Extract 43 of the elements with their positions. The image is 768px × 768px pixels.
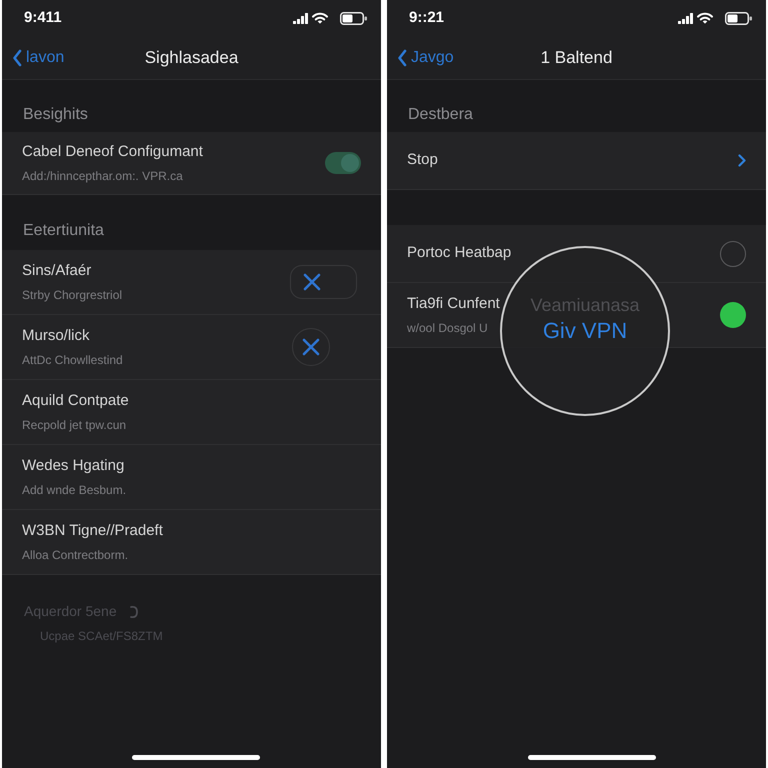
row-title: Murso/lick [22,326,91,346]
section-header: Eetertiunita [2,195,381,250]
section-header: Besighits [2,80,381,132]
row-title: Tia9fi Cunfent [407,294,500,314]
row-subtitle: Recpold jet tpw.cun [22,417,128,434]
close-icon [303,273,321,291]
row-title: Cabel Deneof Configumant [22,142,203,162]
battery-icon [725,12,752,24]
close-icon [302,338,320,356]
row-subtitle: Alloa Contrectborm. [22,547,130,564]
row-title: Aquild Contpate [22,390,129,411]
row-title: W3BN Tigne//Pradeft [22,520,163,541]
wifi-icon [697,12,713,24]
row-subtitle: Add:/hinncepthar.om:. VPR.ca [22,168,184,186]
status-time: 9:411 [24,8,62,28]
lens-label: Giv VPN [542,318,628,344]
signal-icon [678,12,693,24]
nav-title: Sighlasadea [144,46,238,69]
wifi-icon [312,12,328,24]
chevron-right-icon[interactable] [738,154,746,167]
toggle-switch[interactable] [325,152,361,174]
battery-icon [340,12,367,24]
row-subtitle: w/ool Dosgol U [407,320,489,338]
radio-button[interactable] [720,302,746,328]
clear-button[interactable] [290,265,357,299]
signal-icon [293,12,308,24]
section-header: Destbera [387,80,766,132]
clear-button[interactable] [292,328,330,366]
curve-icon [128,604,139,618]
row-title: Portoc Heatbap [407,243,512,264]
back-chevron-icon [397,48,407,66]
row-subtitle: AttDc Chowllestind [22,352,123,370]
radio-button[interactable] [720,240,746,266]
row-subtitle: Add wnde Besbum. [22,482,126,500]
row-title: Stop [407,150,438,170]
row-subtitle: Strby Chorgrestriol [22,287,122,304]
back-chevron-icon [12,48,22,66]
row-title: Wedes Hgating [22,456,126,476]
back-button[interactable]: lavon [12,46,64,70]
back-button[interactable]: Javgo [397,46,454,70]
row-title: Sins/Afaér [22,260,92,281]
status-time: 9::21 [409,8,444,28]
nav-title: 1 Baltend [540,46,612,69]
